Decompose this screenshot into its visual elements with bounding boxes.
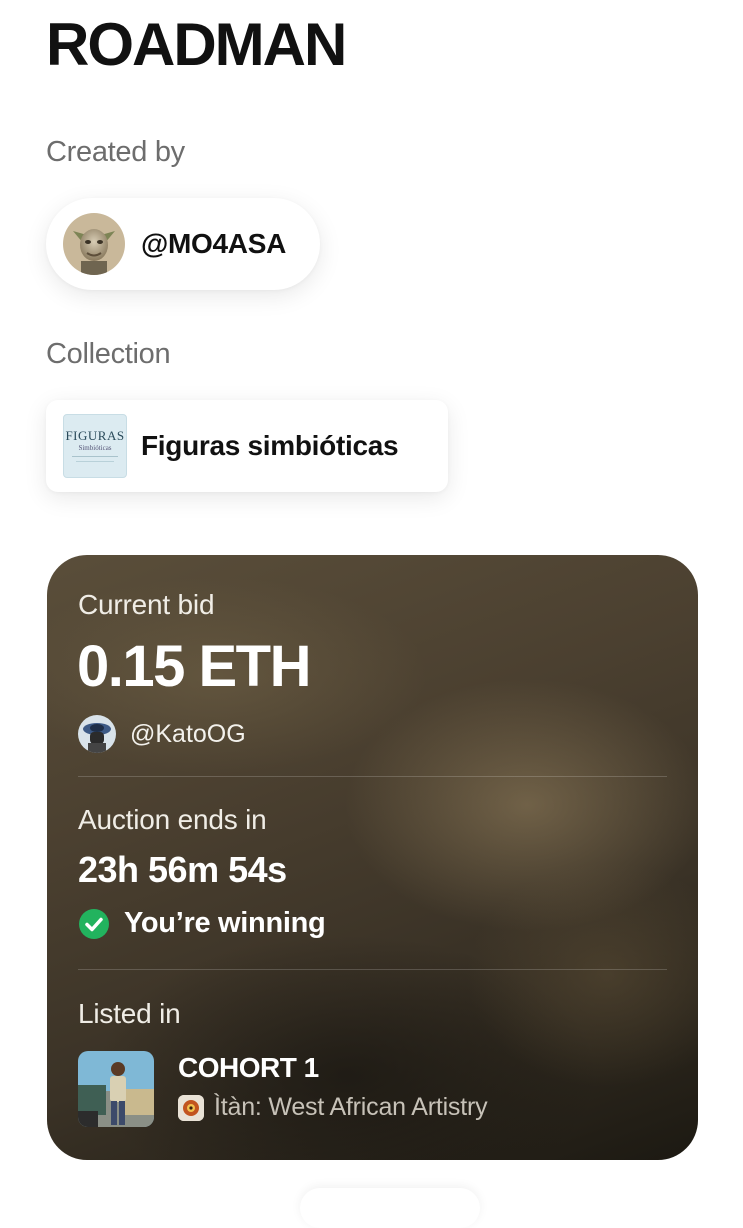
auction-card: Current bid 0.15 ETH @KatoOG Auction end… — [47, 555, 698, 1160]
winning-status: You’re winning — [78, 907, 326, 940]
drop-logo-icon — [178, 1094, 204, 1121]
drop-info: COHORT 1 Ìtàn: West African Artistry — [178, 1051, 488, 1122]
divider — [78, 969, 667, 970]
current-bid-amount: 0.15 ETH — [77, 634, 312, 699]
thumbnail-line — [76, 461, 114, 462]
bottom-peek-element — [300, 1188, 480, 1228]
creator-username: @MO4ASA — [141, 228, 286, 259]
bidder-username: @KatoOG — [130, 719, 246, 748]
divider — [78, 776, 667, 777]
collection-thumbnail-title: FIGURAS — [65, 428, 125, 443]
check-circle-icon — [79, 908, 109, 939]
drop-thumbnail — [78, 1051, 154, 1127]
winning-status-text: You’re winning — [124, 907, 326, 939]
listed-drop[interactable]: COHORT 1 Ìtàn: West African Artistry — [78, 1051, 488, 1127]
collection-label: Collection — [46, 338, 171, 370]
collection-thumbnail-subtitle: Simbióticas — [78, 444, 112, 452]
drop-subtitle: Ìtàn: West African Artistry — [214, 1093, 488, 1121]
collection-name: Figuras simbióticas — [141, 430, 399, 461]
creator-avatar — [63, 213, 125, 275]
thumbnail-line — [72, 456, 118, 457]
top-bidder[interactable]: @KatoOG — [78, 715, 246, 753]
artwork-title: ROADMAN — [46, 11, 347, 78]
countdown-timer: 23h 56m 54s — [78, 849, 287, 890]
collection-chip[interactable]: FIGURAS Simbióticas Figuras simbióticas — [46, 400, 448, 492]
current-bid-label: Current bid — [78, 589, 215, 620]
created-by-label: Created by — [46, 136, 185, 168]
auction-ends-label: Auction ends in — [78, 804, 267, 835]
listed-in-label: Listed in — [78, 998, 181, 1029]
drop-subtitle-row: Ìtàn: West African Artistry — [178, 1093, 488, 1122]
bidder-avatar — [78, 715, 116, 753]
drop-name: COHORT 1 — [178, 1052, 319, 1083]
creator-chip[interactable]: @MO4ASA — [46, 198, 320, 290]
collection-thumbnail: FIGURAS Simbióticas — [63, 414, 127, 478]
